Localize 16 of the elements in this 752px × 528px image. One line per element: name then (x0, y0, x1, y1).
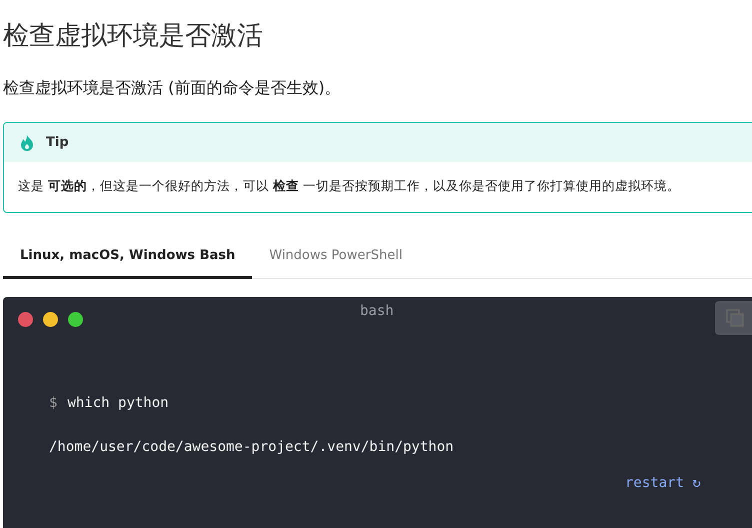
tab[interactable]: Linux, macOS, Windows Bash (3, 235, 252, 279)
page-heading: 检查虚拟环境是否激活 (3, 20, 264, 53)
maximize-dot (68, 312, 83, 326)
command-text: which python (67, 394, 169, 413)
copy-button[interactable] (715, 301, 752, 335)
tab[interactable]: Windows PowerShell (252, 235, 420, 279)
terminal-title: bash (360, 303, 394, 319)
prompt-symbol: $ (49, 394, 58, 413)
tip-text: 这是 可选的，但这是一个很好的方法，可以 检查 一切是否按预期工作，以及你是否使用了你打算使用的虚拟环境。 (17, 177, 681, 195)
close-dot (18, 312, 33, 326)
flame-icon (20, 134, 34, 150)
output-text: /home/user/code/awesome-project/.venv/bin/python (49, 438, 454, 457)
restart-link[interactable]: restart ↻ (625, 475, 701, 491)
tip-title: Tip (46, 135, 69, 150)
minimize-dot (43, 312, 58, 326)
intro-text: 检查虚拟环境是否激活 (前面的命令是否生效)。 (3, 77, 342, 99)
